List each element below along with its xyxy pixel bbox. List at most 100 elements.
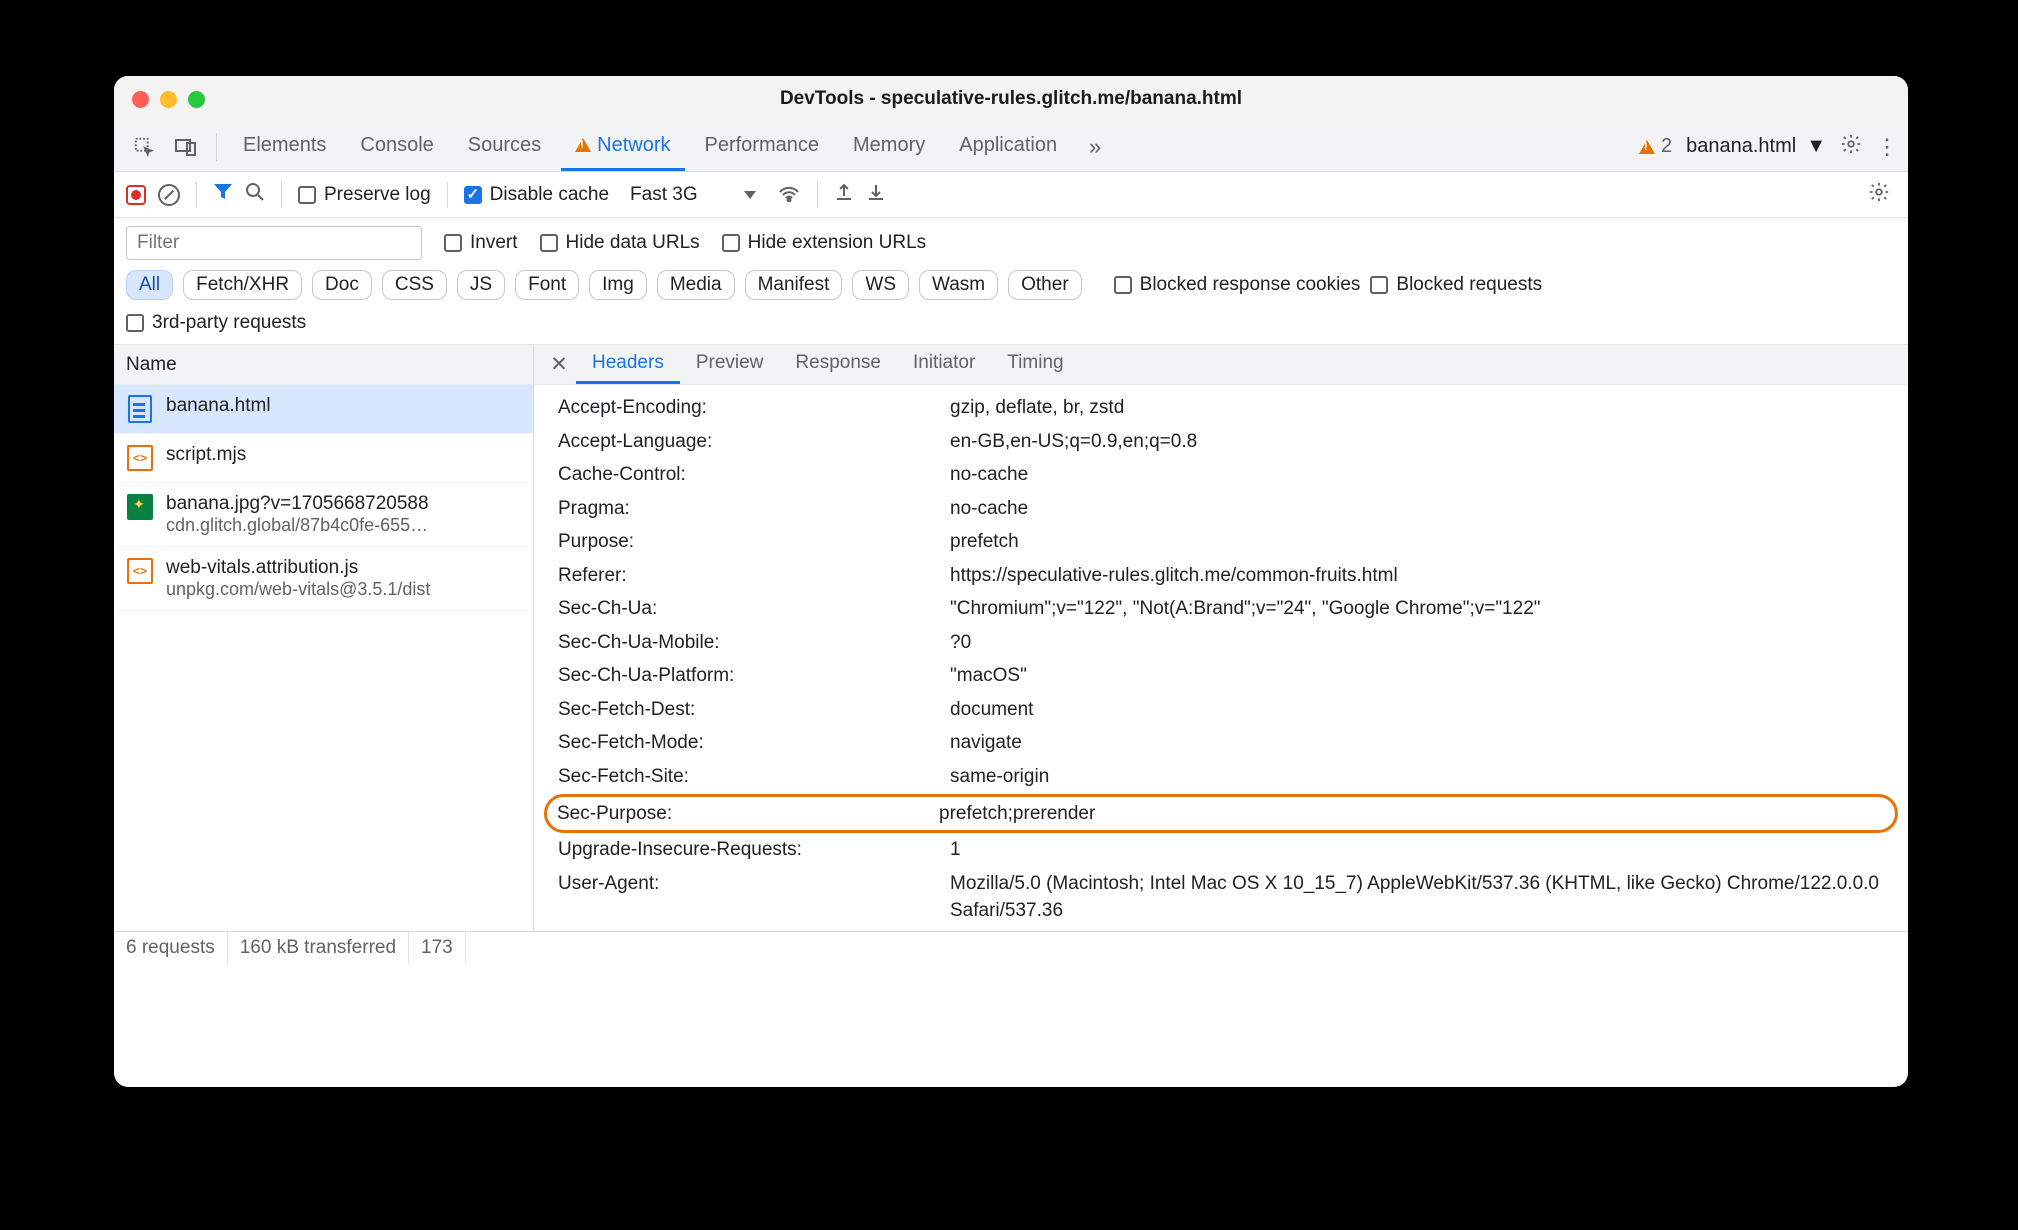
request-name: banana.jpg?v=1705668720588	[166, 493, 429, 515]
header-name: Sec-Ch-Ua-Platform:	[558, 662, 926, 690]
detail-tab-headers[interactable]: Headers	[576, 345, 680, 384]
network-toolbar: Preserve log Disable cache Fast 3G	[114, 172, 1908, 218]
pill-wasm[interactable]: Wasm	[919, 270, 998, 300]
request-row[interactable]: banana.html	[114, 385, 533, 434]
status-bar: 6 requests 160 kB transferred 173	[114, 931, 1908, 964]
pill-ws[interactable]: WS	[852, 270, 909, 300]
detail-tab-timing[interactable]: Timing	[991, 345, 1079, 384]
pill-js[interactable]: JS	[457, 270, 505, 300]
network-conditions-icon[interactable]	[777, 182, 801, 208]
inspect-element-icon[interactable]	[126, 129, 162, 165]
header-name: Sec-Fetch-Site:	[558, 763, 926, 791]
minimize-window-button[interactable]	[160, 91, 177, 108]
network-settings-icon[interactable]	[1868, 181, 1896, 209]
header-value: en-GB,en-US;q=0.9,en;q=0.8	[950, 428, 1908, 456]
tab-network-label: Network	[597, 134, 670, 157]
request-row[interactable]: <>script.mjs	[114, 434, 533, 483]
detail-tab-response[interactable]: Response	[779, 345, 897, 384]
header-row: Accept-Language:en-GB,en-US;q=0.9,en;q=0…	[534, 425, 1908, 459]
tab-memory[interactable]: Memory	[839, 122, 939, 171]
export-har-icon[interactable]	[834, 182, 854, 208]
separator	[817, 182, 818, 208]
record-button[interactable]	[126, 185, 146, 205]
pill-media[interactable]: Media	[657, 270, 735, 300]
clear-button[interactable]	[158, 184, 180, 206]
header-value: "macOS"	[950, 662, 1908, 690]
titlebar: DevTools - speculative-rules.glitch.me/b…	[114, 76, 1908, 122]
checkbox-icon	[444, 234, 462, 252]
header-value: https://speculative-rules.glitch.me/comm…	[950, 562, 1908, 590]
header-value: "Chromium";v="122", "Not(A:Brand";v="24"…	[950, 595, 1908, 623]
close-window-button[interactable]	[132, 91, 149, 108]
pill-font[interactable]: Font	[515, 270, 579, 300]
hide-data-label: Hide data URLs	[566, 232, 700, 254]
header-name: Purpose:	[558, 528, 926, 556]
device-toolbar-icon[interactable]	[168, 129, 204, 165]
warning-counter[interactable]: 2	[1639, 135, 1672, 158]
pill-doc[interactable]: Doc	[312, 270, 372, 300]
pill-other[interactable]: Other	[1008, 270, 1082, 300]
pill-all[interactable]: All	[126, 270, 173, 300]
script-icon: <>	[126, 444, 154, 472]
header-name: Accept-Encoding:	[558, 394, 926, 422]
preserve-log-checkbox[interactable]: Preserve log	[298, 184, 431, 206]
tab-elements[interactable]: Elements	[229, 122, 340, 171]
blocked-cookies-checkbox[interactable]: Blocked response cookies	[1114, 274, 1361, 296]
zoom-window-button[interactable]	[188, 91, 205, 108]
disable-cache-checkbox[interactable]: Disable cache	[464, 184, 609, 206]
checkbox-icon	[126, 314, 144, 332]
detail-tab-preview[interactable]: Preview	[680, 345, 780, 384]
request-row[interactable]: <>web-vitals.attribution.jsunpkg.com/web…	[114, 547, 533, 611]
header-value: prefetch;prerender	[939, 800, 1881, 828]
pill-fetch-xhr[interactable]: Fetch/XHR	[183, 270, 302, 300]
pill-img[interactable]: Img	[589, 270, 647, 300]
header-name: Sec-Fetch-Mode:	[558, 729, 926, 757]
blocked-requests-checkbox[interactable]: Blocked requests	[1370, 274, 1542, 296]
filter-row-bottom: 3rd-party requests	[126, 312, 1896, 344]
filter-bar: Invert Hide data URLs Hide extension URL…	[114, 218, 1908, 345]
filter-input[interactable]	[126, 226, 422, 260]
name-column-header[interactable]: Name	[114, 345, 533, 385]
header-row: Sec-Fetch-Dest:document	[534, 693, 1908, 727]
import-har-icon[interactable]	[866, 182, 886, 208]
content-area: Name banana.html<>script.mjsbanana.jpg?v…	[114, 345, 1908, 931]
image-icon	[126, 493, 154, 521]
hide-extension-urls-checkbox[interactable]: Hide extension URLs	[722, 232, 926, 254]
filter-toggle-icon[interactable]	[213, 183, 233, 207]
tab-application[interactable]: Application	[945, 122, 1071, 171]
tab-performance[interactable]: Performance	[691, 122, 834, 171]
close-panel-button[interactable]: ✕	[542, 348, 576, 382]
target-selector[interactable]: banana.html ▼	[1686, 135, 1826, 158]
pill-css[interactable]: CSS	[382, 270, 447, 300]
more-tabs-icon[interactable]: »	[1077, 129, 1113, 165]
status-requests: 6 requests	[114, 932, 228, 964]
request-list[interactable]: banana.html<>script.mjsbanana.jpg?v=1705…	[114, 385, 533, 931]
document-icon	[126, 395, 154, 423]
pill-manifest[interactable]: Manifest	[745, 270, 843, 300]
detail-tabs: ✕ Headers Preview Response Initiator Tim…	[534, 345, 1908, 385]
header-row: Sec-Ch-Ua-Platform: "macOS"	[534, 659, 1908, 693]
detail-tab-initiator[interactable]: Initiator	[897, 345, 991, 384]
request-row[interactable]: banana.jpg?v=1705668720588cdn.glitch.glo…	[114, 483, 533, 547]
tab-sources[interactable]: Sources	[454, 122, 555, 171]
header-row: Sec-Fetch-Site:same-origin	[534, 760, 1908, 794]
tab-console[interactable]: Console	[346, 122, 447, 171]
disable-cache-label: Disable cache	[490, 184, 609, 206]
tab-network[interactable]: Network	[561, 122, 684, 171]
traffic-lights	[132, 91, 205, 108]
hide-ext-label: Hide extension URLs	[748, 232, 926, 254]
hide-data-urls-checkbox[interactable]: Hide data URLs	[540, 232, 700, 254]
throttle-select[interactable]: Fast 3G	[621, 180, 765, 210]
invert-checkbox[interactable]: Invert	[444, 232, 518, 254]
settings-gear-icon[interactable]	[1840, 133, 1862, 161]
headers-pane[interactable]: Accept-Encoding: gzip, deflate, br, zstd A…	[534, 385, 1908, 931]
search-icon[interactable]	[245, 182, 265, 208]
warning-icon	[575, 138, 591, 152]
devtools-window: DevTools - speculative-rules.glitch.me/b…	[114, 76, 1908, 1087]
header-name: Pragma:	[558, 495, 926, 523]
separator	[216, 133, 217, 161]
third-party-label: 3rd-party requests	[152, 312, 306, 334]
kebab-menu-icon[interactable]: ⋮	[1876, 134, 1896, 160]
third-party-checkbox[interactable]: 3rd-party requests	[126, 312, 306, 334]
header-value: gzip, deflate, br, zstd	[950, 394, 1908, 422]
